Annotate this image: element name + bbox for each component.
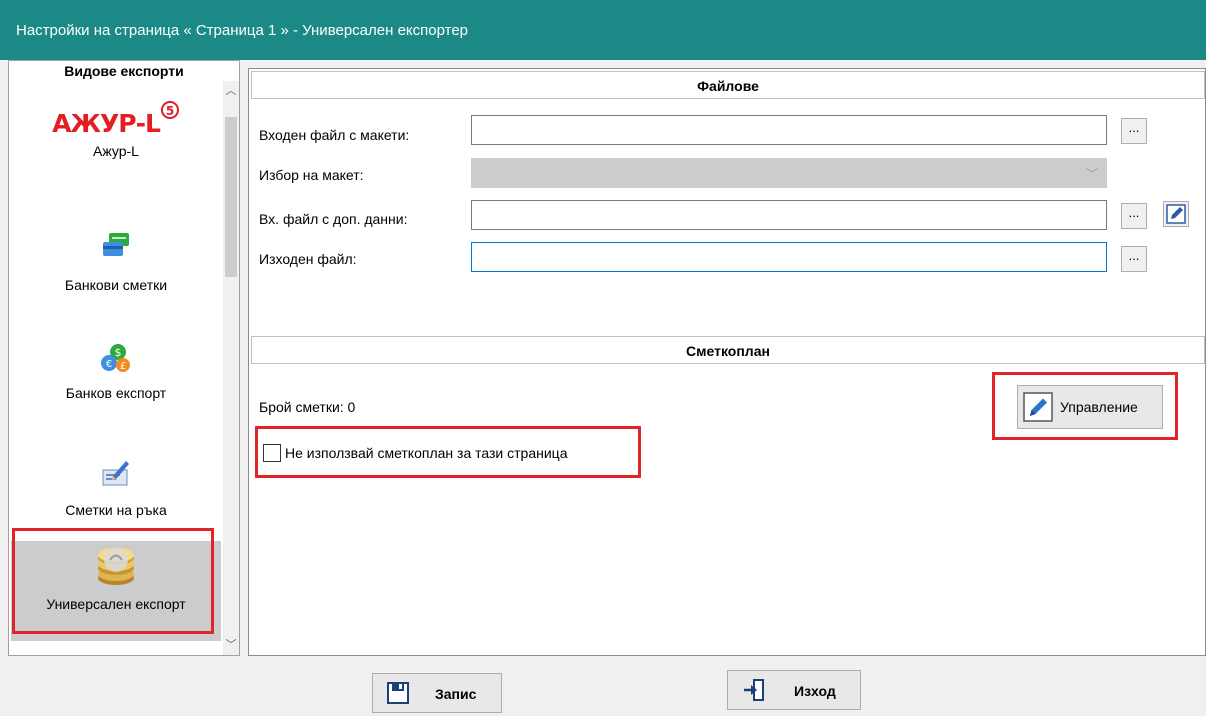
additional-data-edit-button[interactable]: [1163, 201, 1189, 227]
export-item-azhur-l[interactable]: АЖУР-L 5 Ажур-L: [11, 101, 221, 209]
save-label: Запис: [435, 686, 477, 702]
highlight-no-chart-checkbox: [255, 426, 641, 478]
template-choice-select[interactable]: ﹀: [471, 158, 1107, 188]
version-badge-icon: 5: [160, 101, 179, 119]
scroll-up-arrow-icon[interactable]: ︿: [223, 83, 239, 99]
svg-text:£: £: [120, 361, 126, 372]
scroll-down-arrow-icon[interactable]: ﹀: [223, 637, 239, 653]
pencil-icon: [1166, 204, 1186, 224]
additional-data-field[interactable]: [471, 200, 1107, 230]
exit-label: Изход: [794, 683, 836, 699]
output-file-browse-button[interactable]: ...: [1121, 246, 1147, 272]
highlight-universal-export: [12, 528, 214, 634]
window-title: Настройки на страница « Страница 1 » - У…: [16, 22, 468, 39]
input-templates-label: Входен файл с макети:: [259, 127, 410, 143]
chevron-down-icon: ﹀: [1085, 167, 1098, 181]
chart-section-header: Сметкоплан: [251, 336, 1205, 364]
svg-text:$: $: [115, 346, 122, 359]
export-types-scrollbar[interactable]: ︿ ﹀: [223, 81, 239, 655]
settings-panel: Файлове Входен файл с макети: ... Избор …: [248, 68, 1206, 656]
output-file-label: Изходен файл:: [259, 251, 357, 267]
export-item-label: Банкови сметки: [64, 277, 168, 293]
svg-text:5: 5: [166, 104, 174, 118]
input-templates-browse-button[interactable]: ...: [1121, 118, 1147, 144]
export-item-bank-export[interactable]: $ € £ Банков експорт: [11, 343, 221, 423]
save-button[interactable]: Запис: [372, 673, 502, 713]
exit-arrow-icon: [744, 679, 764, 701]
floppy-disk-icon: [387, 682, 409, 704]
export-item-manual-accounts[interactable]: Сметки на ръка: [11, 458, 221, 538]
window-titlebar: Настройки на страница « Страница 1 » - У…: [0, 0, 1206, 60]
export-item-label: Сметки на ръка: [65, 502, 167, 518]
scrollbar-thumb[interactable]: [225, 117, 237, 277]
manual-accounts-icon: [102, 461, 129, 486]
additional-data-label: Вх. файл с доп. данни:: [259, 211, 408, 227]
accounts-count: Брой сметки: 0: [259, 399, 356, 415]
azhur-l-logo: АЖУР-L 5: [11, 101, 221, 143]
template-choice-label: Избор на макет:: [259, 167, 364, 183]
svg-text:€: €: [106, 359, 112, 370]
bank-accounts-icon: [103, 233, 129, 256]
bank-export-icon: $ € £: [101, 344, 130, 372]
export-types-header: Видове експорти: [64, 63, 184, 79]
files-section-header: Файлове: [251, 71, 1205, 99]
export-item-label: Ажур-L: [93, 143, 139, 159]
input-templates-field[interactable]: [471, 115, 1107, 145]
highlight-manage-button: [992, 372, 1178, 440]
additional-data-browse-button[interactable]: ...: [1121, 203, 1147, 229]
output-file-field[interactable]: [471, 242, 1107, 272]
export-item-label: Банков експорт: [65, 385, 167, 401]
export-item-bank-accounts[interactable]: Банкови сметки: [11, 231, 221, 311]
exit-button[interactable]: Изход: [727, 670, 861, 710]
